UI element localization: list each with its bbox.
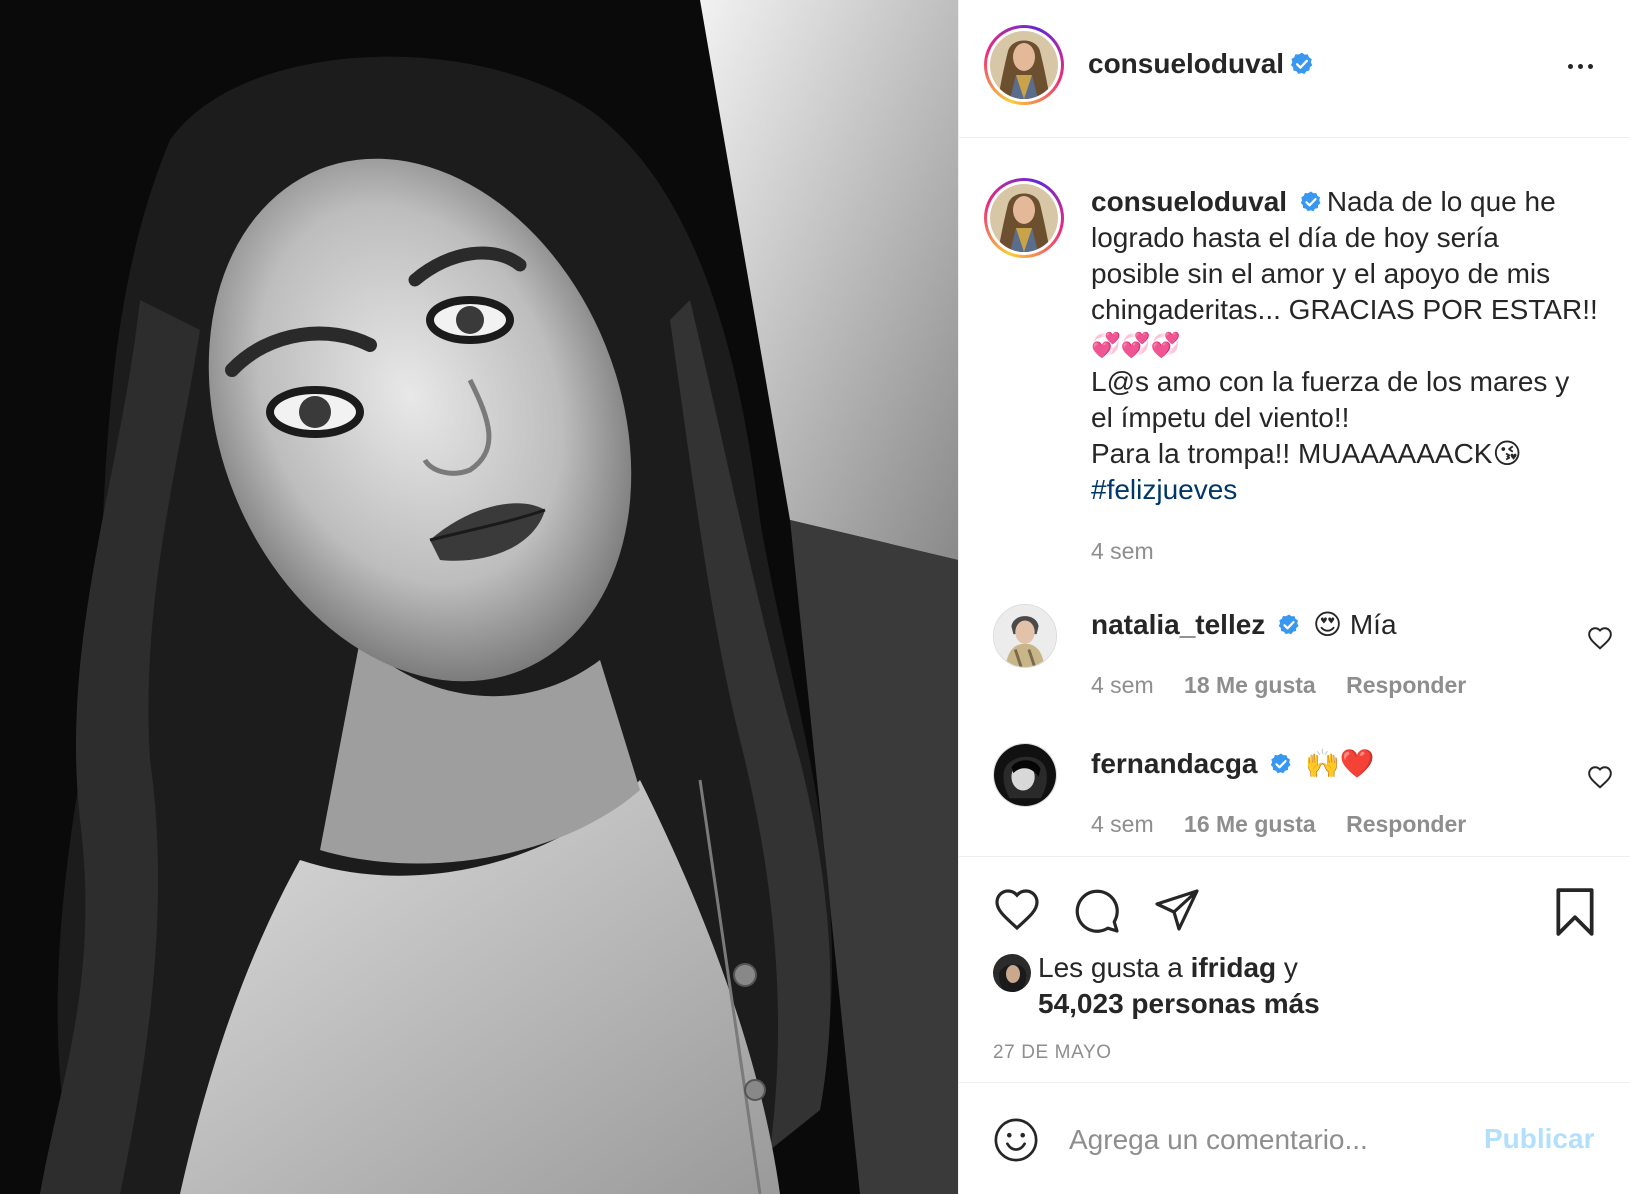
reply-button[interactable]: Responder xyxy=(1346,672,1466,698)
paper-plane-icon[interactable] xyxy=(1153,887,1201,933)
publish-button[interactable]: Publicar xyxy=(1484,1123,1594,1155)
verified-badge-icon xyxy=(1278,614,1299,634)
caption-text-line: Nada de lo que he xyxy=(1326,186,1556,217)
commenter-avatar[interactable] xyxy=(993,743,1057,807)
comment-timestamp[interactable]: 4 sem xyxy=(1091,811,1154,837)
heart-icon[interactable] xyxy=(1587,765,1613,789)
comment-text: 😍 Mía xyxy=(1312,609,1397,640)
caption-hearts-emoji: 💞💞💞 xyxy=(1091,332,1181,359)
comment-bubble-icon[interactable] xyxy=(1073,887,1121,935)
caption-text-line: posible sin el amor y el apoyo de mis xyxy=(1091,258,1551,289)
post-side-panel: consueloduval consueloduval Nada de lo q… xyxy=(958,0,1630,1194)
author-avatar xyxy=(990,31,1058,99)
post-date[interactable]: 27 DE MAYO xyxy=(993,1042,1112,1064)
reply-button[interactable]: Responder xyxy=(1346,811,1466,837)
comment-item: natalia_tellez 😍 Mía 4 sem 18 Me gusta R… xyxy=(959,604,1630,724)
caption-timestamp[interactable]: 4 sem xyxy=(1091,538,1154,565)
comment-likes-count[interactable]: 18 Me gusta xyxy=(1184,672,1316,698)
liker-avatar[interactable] xyxy=(993,954,1031,992)
verified-badge-icon xyxy=(1289,51,1315,77)
heart-icon[interactable] xyxy=(993,887,1041,931)
heart-icon[interactable] xyxy=(1587,626,1613,650)
caption-text-line: chingaderitas... GRACIAS POR ESTAR!! xyxy=(1091,294,1598,325)
comment-timestamp[interactable]: 4 sem xyxy=(1091,672,1154,698)
likes-prefix: Les gusta a xyxy=(1038,952,1183,983)
post-photo[interactable] xyxy=(0,0,958,1194)
commenter-username[interactable]: fernandacga xyxy=(1091,748,1258,779)
comment-input[interactable] xyxy=(1069,1117,1449,1163)
comment-item: fernandacga 🙌❤️ 4 sem 16 Me gusta Respon… xyxy=(959,743,1630,863)
verified-badge-icon xyxy=(1300,191,1321,211)
hashtag-link[interactable]: #felizjueves xyxy=(1091,474,1237,505)
likes-join: y xyxy=(1283,952,1298,983)
author-avatar-ring[interactable] xyxy=(984,25,1064,105)
portrait-image xyxy=(0,0,958,1194)
verified-badge-icon xyxy=(1271,753,1291,773)
caption-text-line: L@s amo con la fuerza de los mares y xyxy=(1091,366,1570,397)
commenter-avatar[interactable] xyxy=(993,604,1057,668)
caption-text-line: el ímpetu del viento!! xyxy=(1091,402,1350,433)
add-comment-bar: Publicar xyxy=(959,1082,1630,1194)
post-header: consueloduval xyxy=(959,0,1630,138)
caption-text-line: logrado hasta el día de hoy sería xyxy=(1091,222,1499,253)
header-username[interactable]: consueloduval xyxy=(1088,48,1284,80)
more-options-icon[interactable] xyxy=(1563,56,1597,76)
comment-likes-count[interactable]: 16 Me gusta xyxy=(1184,811,1316,837)
likes-text: Les gusta a ifridag y 54,023 personas má… xyxy=(1038,950,1598,1022)
comment-text: 🙌❤️ xyxy=(1305,748,1375,779)
caption-avatar-ring[interactable] xyxy=(984,178,1064,258)
caption-username[interactable]: consueloduval xyxy=(1091,186,1287,217)
post-caption: consueloduval Nada de lo que he logrado … xyxy=(1091,184,1601,508)
post-action-bar xyxy=(959,856,1630,936)
bookmark-icon[interactable] xyxy=(1553,887,1597,937)
smiley-icon[interactable] xyxy=(993,1117,1039,1163)
likes-count[interactable]: 54,023 personas más xyxy=(1038,988,1320,1019)
liker-username[interactable]: ifridag xyxy=(1191,952,1277,983)
caption-text-line: Para la trompa!! MUAAAAAACK😘 xyxy=(1091,438,1522,469)
commenter-username[interactable]: natalia_tellez xyxy=(1091,609,1265,640)
caption-author-avatar xyxy=(990,184,1058,252)
